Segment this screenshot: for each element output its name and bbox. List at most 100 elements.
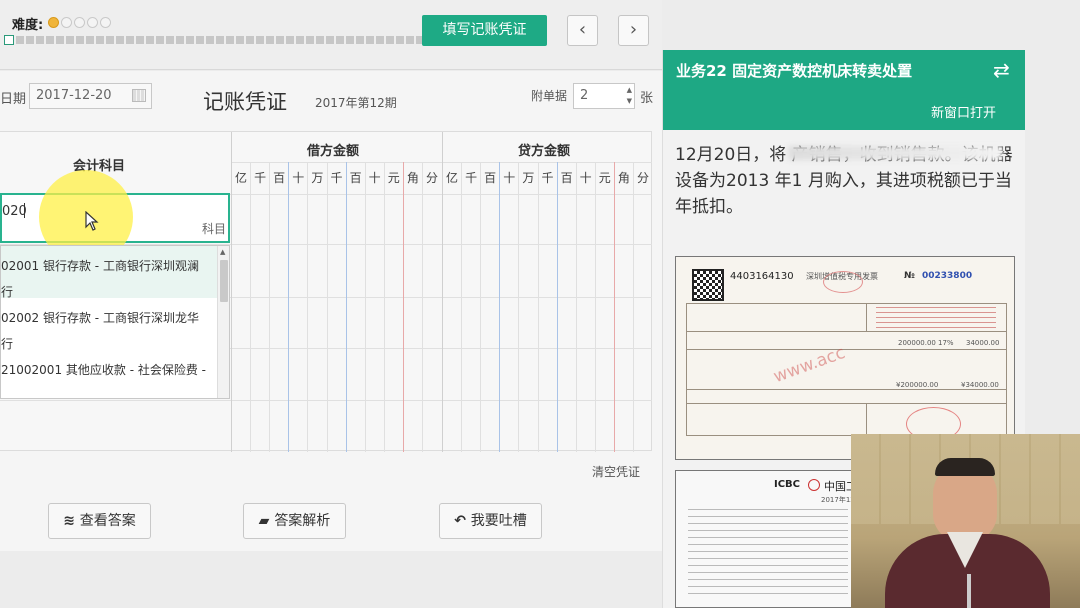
digit-unit-label: 元 — [598, 171, 611, 185]
progress-step[interactable] — [96, 36, 104, 44]
action-label: 我要吐槽 — [470, 513, 527, 529]
progress-step[interactable] — [166, 36, 174, 44]
subject-option[interactable]: 21002001 其他应收款 - 社会保险费 - — [1, 350, 229, 398]
view-answer-button[interactable]: ≋ 查看答案 — [48, 503, 151, 539]
debit-column-header: 借方金额 — [307, 144, 360, 159]
invoice-total: ¥200000.00 — [896, 381, 939, 389]
reply-icon: ↶ — [454, 513, 471, 529]
progress-step[interactable] — [106, 36, 114, 44]
progress-step[interactable] — [366, 36, 374, 44]
next-button[interactable]: › — [618, 15, 649, 46]
stepper-arrows-icon[interactable]: ▲ ▼ — [627, 85, 632, 107]
digit-unit-label: 十 — [368, 171, 381, 185]
presenter-hair — [935, 458, 995, 476]
subject-option[interactable]: 02001 银行存款 - 工商银行深圳观澜行 — [1, 246, 229, 299]
progress-step[interactable] — [226, 36, 234, 44]
voucher-title: 记账凭证 — [203, 90, 287, 114]
progress-step[interactable] — [136, 36, 144, 44]
attachments-unit: 张 — [640, 91, 654, 106]
dropdown-scrollbar[interactable]: ▲ — [217, 246, 229, 398]
progress-step[interactable] — [326, 36, 334, 44]
progress-step[interactable] — [296, 36, 304, 44]
progress-step[interactable] — [4, 35, 14, 45]
progress-step[interactable] — [356, 36, 364, 44]
database-icon: ≋ — [63, 513, 80, 529]
progress-step[interactable] — [66, 36, 74, 44]
progress-step[interactable] — [86, 36, 94, 44]
progress-step[interactable] — [236, 36, 244, 44]
digit-unit-label: 万 — [522, 171, 535, 185]
progress-step[interactable] — [266, 36, 274, 44]
progress-step[interactable] — [376, 36, 384, 44]
digit-unit-label: 角 — [617, 171, 630, 185]
progress-step[interactable] — [396, 36, 404, 44]
cipher-area — [876, 307, 996, 329]
progress-step[interactable] — [246, 36, 254, 44]
calendar-icon[interactable] — [132, 89, 146, 102]
fill-voucher-button[interactable]: 填写记账凭证 — [422, 15, 547, 46]
progress-step[interactable] — [216, 36, 224, 44]
progress-step[interactable] — [196, 36, 204, 44]
invoice-total-tax: ¥34000.00 — [961, 381, 999, 389]
action-label: 查看答案 — [79, 513, 136, 529]
qr-code-icon — [692, 269, 724, 301]
scroll-thumb[interactable] — [220, 260, 228, 302]
progress-step[interactable] — [276, 36, 284, 44]
progress-step[interactable] — [146, 36, 154, 44]
progress-step[interactable] — [406, 36, 414, 44]
subject-option-label: 02001 银行存款 - 工商银行深圳观澜 — [1, 259, 199, 273]
difficulty-star-icon — [61, 17, 72, 28]
progress-step[interactable] — [76, 36, 84, 44]
voucher-panel: 日期 2017-12-20 记账凭证 2017年第12期 附单据 2 ▲ ▼ 张 … — [0, 71, 662, 551]
chevron-left-icon: ‹ — [578, 19, 587, 40]
progress-step[interactable] — [46, 36, 54, 44]
progress-step[interactable] — [256, 36, 264, 44]
answer-analysis-button[interactable]: ▰ 答案解析 — [243, 503, 346, 539]
progress-step[interactable] — [346, 36, 354, 44]
progress-step[interactable] — [26, 36, 34, 44]
progress-step[interactable] — [176, 36, 184, 44]
progress-step[interactable] — [336, 36, 344, 44]
attachments-stepper[interactable]: 2 ▲ ▼ — [573, 83, 635, 109]
credit-column-header: 贷方金额 — [518, 144, 571, 159]
attachments-value: 2 — [580, 88, 589, 103]
scroll-up-icon[interactable]: ▲ — [220, 248, 225, 256]
progress-step[interactable] — [316, 36, 324, 44]
progress-step[interactable] — [16, 36, 24, 44]
digit-unit-label: 十 — [579, 171, 592, 185]
vat-invoice-image: 4403164130 深圳增值税专用发票 № 00233800 200000.0… — [675, 256, 1015, 460]
feedback-button[interactable]: ↶ 我要吐槽 — [439, 503, 542, 539]
task-title: 业务22 固定资产数控机床转卖处置 — [676, 62, 913, 80]
digit-unit-label: 千 — [541, 171, 554, 185]
open-new-window-link[interactable]: 新窗口打开 — [931, 102, 996, 121]
date-field[interactable]: 2017-12-20 — [29, 83, 152, 109]
invoice-amount: 200000.00 — [898, 339, 936, 347]
clear-voucher-link[interactable]: 清空凭证 — [592, 463, 640, 480]
progress-step[interactable] — [186, 36, 194, 44]
progress-step[interactable] — [36, 36, 44, 44]
invoice-rate: 17% — [938, 339, 954, 347]
subject-dropdown[interactable]: 02001 银行存款 - 工商银行深圳观澜行 02002 银行存款 - 工商银行深… — [0, 245, 230, 399]
subject-option[interactable]: 02002 银行存款 - 工商银行深圳龙华行 — [1, 298, 229, 351]
digit-unit-label: 万 — [311, 171, 324, 185]
progress-step[interactable] — [386, 36, 394, 44]
progress-step[interactable] — [56, 36, 64, 44]
difficulty-star-icon — [87, 17, 98, 28]
progress-step[interactable] — [306, 36, 314, 44]
progress-step[interactable] — [206, 36, 214, 44]
bank-slip-text — [688, 509, 848, 599]
digit-unit-label: 分 — [636, 171, 649, 185]
digit-unit-label: 角 — [406, 171, 419, 185]
digit-unit-label: 千 — [254, 171, 267, 185]
digit-unit-label: 百 — [560, 171, 573, 185]
progress-step[interactable] — [156, 36, 164, 44]
progress-step[interactable] — [286, 36, 294, 44]
invoice-code: 4403164130 — [730, 271, 794, 282]
progress-step[interactable] — [116, 36, 124, 44]
prev-button[interactable]: ‹ — [567, 15, 598, 46]
progress-step[interactable] — [126, 36, 134, 44]
subject-option-label: 21002001 其他应收款 - 社会保险费 - — [1, 363, 206, 377]
microphone-icon — [967, 574, 971, 608]
redacted-text — [788, 146, 1003, 160]
swap-icon[interactable]: ⇄ — [993, 58, 1010, 82]
